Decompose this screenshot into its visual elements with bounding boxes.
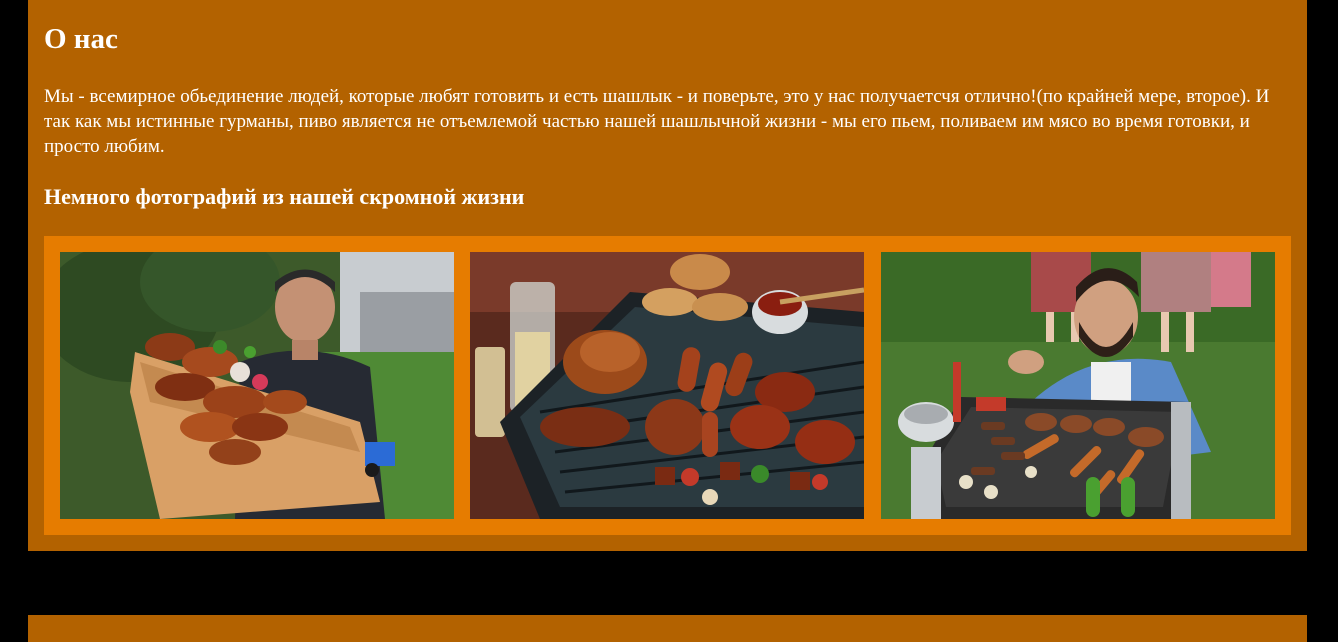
photo-gallery: [44, 236, 1291, 535]
man-holding-grilled-chicken-board-photo: [60, 252, 454, 519]
gallery-photo-1: [60, 252, 454, 519]
next-section-strip: [28, 615, 1307, 642]
about-title: О нас: [44, 23, 118, 55]
grill-with-meat-and-sausages-photo: [470, 252, 864, 519]
gallery-title: Немного фотографий из нашей скромной жиз…: [44, 184, 525, 209]
about-section: О нас Мы - всемирное обьединение людей, …: [28, 0, 1307, 551]
gallery-photo-2: [470, 252, 864, 519]
gallery-photo-3: [881, 252, 1275, 519]
about-text: Мы - всемирное обьединение людей, которы…: [44, 86, 1270, 157]
bearded-man-grilling-outdoors-photo: [881, 252, 1275, 519]
